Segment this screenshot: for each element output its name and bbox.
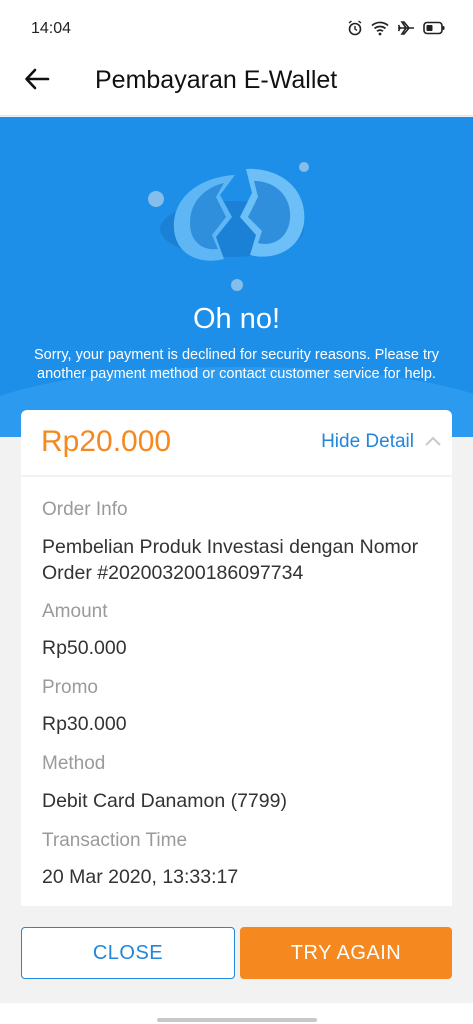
back-button[interactable] <box>22 66 52 96</box>
try-again-button[interactable]: TRY AGAIN <box>240 927 452 979</box>
status-time: 14:04 <box>31 20 72 37</box>
status-bar: 14:04 <box>0 0 473 58</box>
method-label: Method <box>42 753 106 774</box>
alarm-icon <box>347 20 363 36</box>
order-info-value: Pembelian Produk Investasi dengan Nomor … <box>42 536 419 584</box>
method-value: Debit Card Danamon (7799) <box>42 790 287 812</box>
battery-icon <box>423 21 445 35</box>
status-icons <box>347 20 445 36</box>
close-button[interactable]: CLOSE <box>21 927 235 979</box>
amount-value: Rp50.000 <box>42 637 127 659</box>
broken-coin-icon <box>140 137 330 302</box>
arrow-left-icon <box>24 67 50 96</box>
wifi-icon <box>371 20 389 36</box>
amount-label: Amount <box>42 601 108 622</box>
order-info-label: Order Info <box>42 499 128 520</box>
transaction-time-value: 20 Mar 2020, 13:33:17 <box>42 866 239 888</box>
detail-card: Order Info Pembelian Produk Investasi de… <box>21 477 452 906</box>
app-bar: Pembayaran E-Wallet <box>0 58 473 116</box>
amount-card: Rp20.000 Hide Detail <box>21 410 452 475</box>
page-title: Pembayaran E-Wallet <box>95 66 338 94</box>
chevron-up-icon <box>424 431 442 453</box>
result-banner: Oh no! Sorry, your payment is declined f… <box>0 117 473 437</box>
total-amount: Rp20.000 <box>41 425 172 458</box>
transaction-time-label: Transaction Time <box>42 830 188 851</box>
promo-value: Rp30.000 <box>42 713 127 735</box>
result-message: Sorry, your payment is declined for secu… <box>33 347 440 382</box>
hide-detail-label: Hide Detail <box>321 431 414 452</box>
home-indicator[interactable] <box>157 1018 317 1022</box>
promo-label: Promo <box>42 677 98 698</box>
result-title: Oh no! <box>192 303 281 335</box>
airplane-icon <box>397 20 415 36</box>
hide-detail-toggle[interactable]: Hide Detail <box>321 431 442 453</box>
